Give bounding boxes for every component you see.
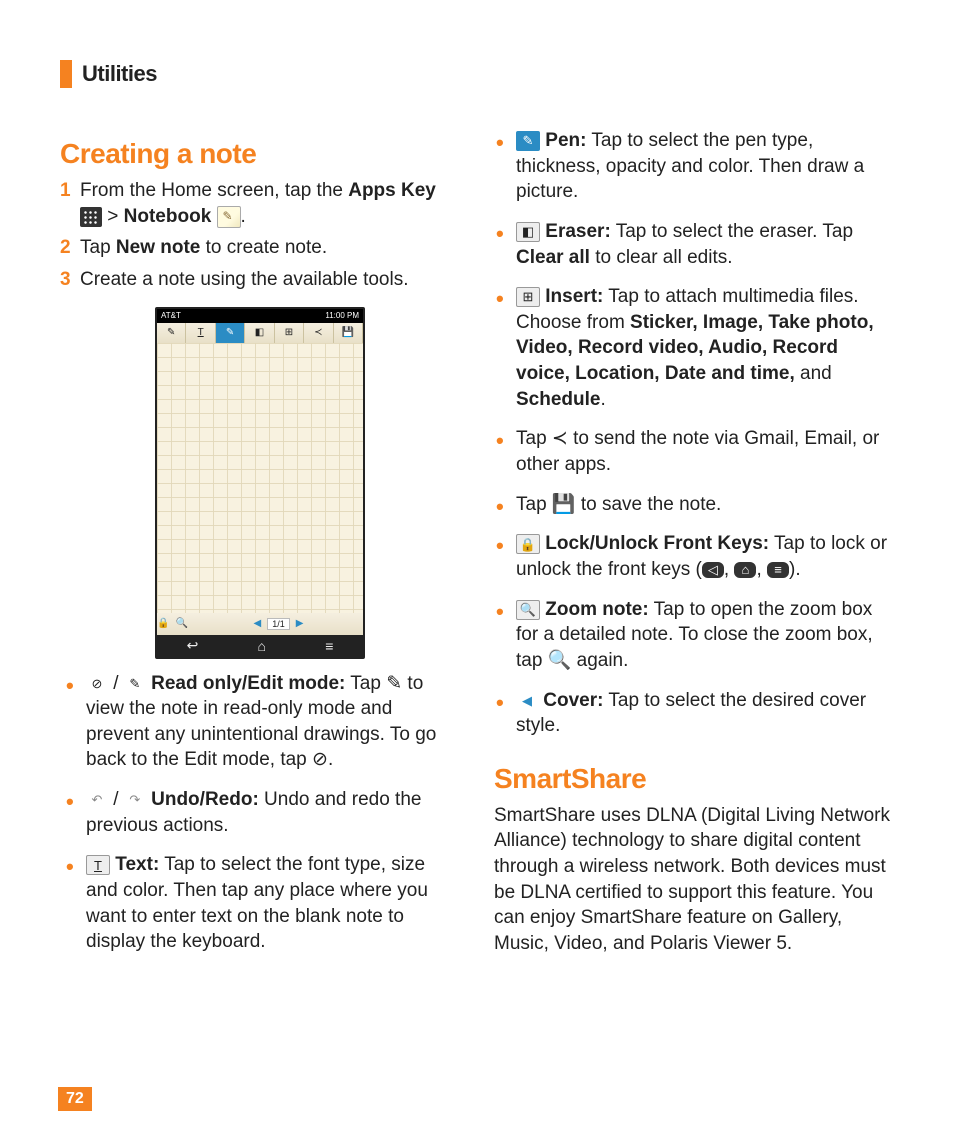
home-icon: ⌂ [258,638,266,654]
next-page-icon: ▶ [296,618,304,629]
bullet-text: . [600,389,605,410]
back-icon: ↩ [187,637,199,654]
heading-smartshare: SmartShare [494,763,894,795]
phone-nav-bar: ↩ ⌂ ≡ [157,635,363,657]
toolbar-pen-icon: ✎ [216,323,245,343]
bullet-text-tool: T Text: Tap to select the font type, siz… [82,852,460,955]
edit-icon: ✎ [124,675,146,693]
bullet-zoom: 🔍 Zoom note: Tap to open the zoom box fo… [512,597,894,674]
phone-bottom-bar: 🔒 🔍 ◀ 1/1 ▶ [157,613,363,635]
step-text: Create a note using the available tools. [80,267,460,293]
toolbar-share-icon: ≺ [304,323,333,343]
bullet-text: and [795,363,832,384]
bullet-label: Lock/Unlock Front Keys: [545,533,769,554]
toolbar-insert-icon: ⊞ [275,323,304,343]
notebook-icon [217,206,241,228]
label-notebook: Notebook [124,206,212,227]
left-column: Creating a note 1 From the Home screen, … [60,128,460,969]
bullet-text: ). [789,559,801,580]
redo-icon: ↷ [124,791,146,809]
phone-status-bar: AT&T 11:00 PM [157,309,363,323]
step-text: Tap [80,237,116,258]
bullet-text: to clear all edits. [590,247,733,268]
text-tool-icon: T [86,855,110,875]
step-2: 2 Tap New note to create note. [60,235,460,261]
step-number: 3 [60,267,74,293]
bullet-label: Zoom note: [545,599,648,620]
bullet-insert: ⊞ Insert: Tap to attach multimedia files… [512,284,894,412]
header-title: Utilities [82,61,157,87]
clock-label: 11:00 PM [325,311,359,320]
bullet-pen: ✎ Pen: Tap to select the pen type, thick… [512,128,894,205]
bullet-save: Tap 💾 to save the note. [512,492,894,518]
step-text: > [107,206,123,227]
bullet-text: Tap 💾 to save the note. [516,494,721,515]
pen-icon: ✎ [516,131,540,151]
phone-canvas [157,343,363,613]
bullet-lock: 🔒 Lock/Unlock Front Keys: Tap to lock or… [512,531,894,582]
step-number: 2 [60,235,74,261]
header-accent-bar [60,60,72,88]
toolbar-edit-icon: ✎ [157,323,186,343]
insert-icon: ⊞ [516,287,540,307]
bullet-bold: Schedule [516,389,600,410]
bullet-share: Tap ≺ to send the note via Gmail, Email,… [512,426,894,477]
bullet-undo-redo: ↶ / ↷ Undo/Redo: Undo and redo the previ… [82,787,460,838]
bullet-label: Undo/Redo: [151,789,259,810]
eraser-icon: ◧ [516,222,540,242]
step-1: 1 From the Home screen, tap the Apps Key… [60,178,460,229]
bullet-eraser: ◧ Eraser: Tap to select the eraser. Tap … [512,219,894,270]
toolbar-text-icon: T [186,323,215,343]
bullet-text: Tap ≺ to send the note via Gmail, Email,… [516,428,879,475]
step-3: 3 Create a note using the available tool… [60,267,460,293]
toolbar-save-icon: 💾 [334,323,363,343]
heading-creating-a-note: Creating a note [60,138,460,170]
page-number: 72 [58,1087,92,1111]
lock-icon: 🔒 [516,534,540,554]
label-new-note: New note [116,237,200,258]
home-key-icon: ⌂ [734,562,756,578]
zoom-icon: 🔍 [516,600,540,620]
step-text: From the Home screen, tap the [80,180,348,201]
menu-key-icon: ≡ [767,562,789,578]
menu-icon: ≡ [325,638,333,654]
pager-label: 1/1 [267,618,290,630]
apps-key-icon [80,207,102,227]
bullet-label: Insert: [545,286,603,307]
label-apps-key: Apps Key [348,180,436,201]
smartshare-paragraph: SmartShare uses DLNA (Digital Living Net… [494,803,894,957]
lock-icon: 🔒 [157,618,169,629]
zoom-icon: 🔍 [175,618,187,629]
bullet-label: Text: [115,854,159,875]
bullet-label: Pen: [545,130,586,151]
cover-icon: ◀ [516,692,538,710]
bullet-bold: Clear all [516,247,590,268]
back-key-icon: ◁ [702,562,724,578]
step-number: 1 [60,178,74,204]
bullet-text: Tap to select the eraser. Tap [611,221,853,242]
bullet-label: Cover: [543,690,603,711]
carrier-label: AT&T [161,311,181,320]
bullet-label: Read only/Edit mode: [151,673,345,694]
bullet-label: Eraser: [545,221,611,242]
step-text: . [241,206,246,227]
section-header: Utilities [60,60,894,88]
readonly-icon: ⊘ [86,675,108,693]
toolbar-eraser-icon: ◧ [245,323,274,343]
prev-page-icon: ◀ [254,618,262,629]
step-text: to create note. [200,237,327,258]
phone-toolbar: ✎ T ✎ ◧ ⊞ ≺ 💾 [157,323,363,343]
bullet-cover: ◀ Cover: Tap to select the desired cover… [512,688,894,739]
undo-icon: ↶ [86,791,108,809]
right-column: ✎ Pen: Tap to select the pen type, thick… [494,128,894,969]
bullet-read-only: ⊘ / ✎ Read only/Edit mode: Tap ✎ to view… [82,671,460,774]
embedded-screenshot: AT&T 11:00 PM ✎ T ✎ ◧ ⊞ ≺ 💾 🔒 🔍 [155,307,365,659]
